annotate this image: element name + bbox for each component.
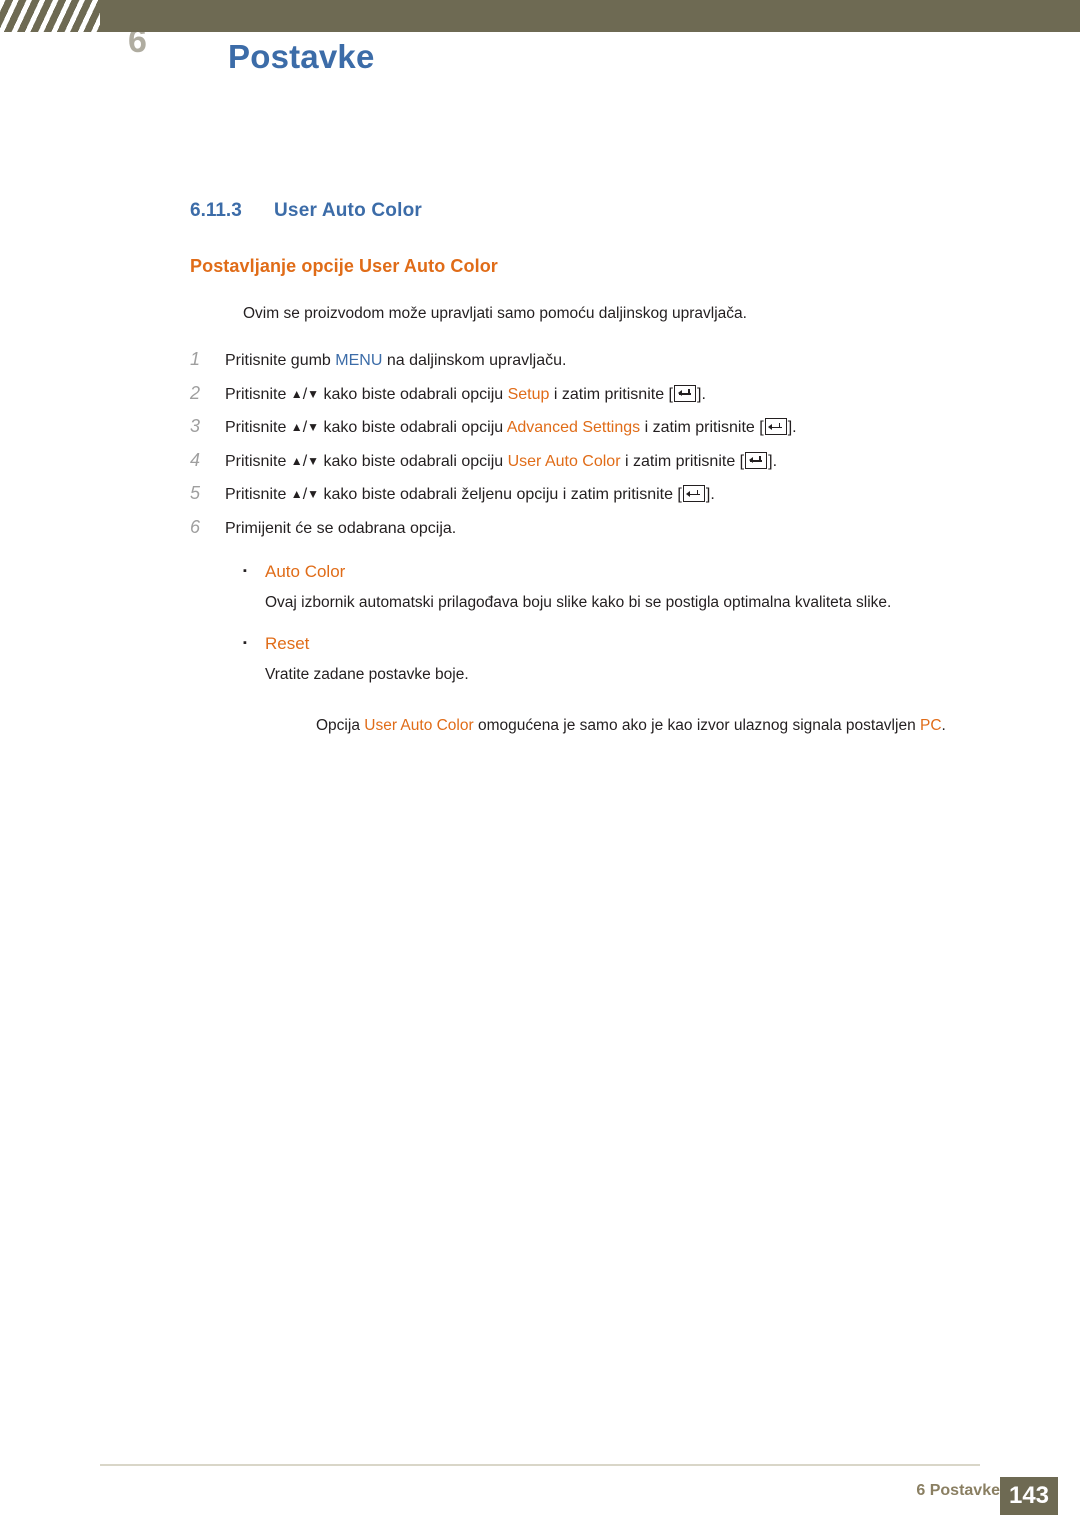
- text-run: kako biste odabrali željenu opciju i zat…: [319, 486, 682, 504]
- option-description: Ovaj izbornik automatski prilagođava boj…: [265, 593, 892, 611]
- enter-key-icon: [745, 451, 768, 469]
- step-text: Pritisnite ▲/▼ kako biste odabrali opcij…: [225, 417, 797, 439]
- step-text: Pritisnite ▲/▼ kako biste odabrali želje…: [225, 484, 715, 506]
- text-run: omogućena je samo ako je kao izvor ulazn…: [473, 716, 920, 734]
- arrow-up-icon: ▲: [290, 386, 303, 401]
- enter-key-icon: [682, 485, 705, 503]
- text-run: ].: [768, 452, 778, 470]
- menu-keyword: Advanced Settings: [506, 419, 641, 437]
- text-run: Opcija: [316, 716, 365, 734]
- text-run: kako biste odabrali opciju: [319, 419, 507, 437]
- text-run: Pritisnite: [225, 452, 291, 470]
- arrow-up-icon: ▲: [290, 453, 303, 468]
- text-run: Pritisnite: [225, 385, 291, 403]
- step-text: Primijenit će se odabrana opcija.: [225, 518, 456, 540]
- footer-divider: [100, 1464, 980, 1466]
- step-number: 5: [190, 483, 201, 504]
- option-bullet: ▪ Auto Color: [243, 562, 1080, 582]
- steps-list: 1 Pritisnite gumb MENU na daljinskom upra…: [0, 349, 1080, 540]
- header-hatch-decoration: [0, 0, 100, 32]
- step-number: 1: [190, 349, 201, 369]
- enter-key-icon: [674, 384, 696, 402]
- text-run: na daljinskom upravljaču.: [382, 352, 567, 369]
- step-item: 1 Pritisnite gumb MENU na daljinskom upra…: [190, 349, 1080, 372]
- arrow-down-icon: ▼: [307, 487, 320, 502]
- step-number: 2: [190, 382, 201, 403]
- section-heading: 6.11.3 User Auto Color: [190, 200, 1080, 222]
- arrow-up-icon: ▲: [290, 420, 303, 435]
- enter-key-icon: [764, 418, 787, 436]
- text-run: Pritisnite: [225, 486, 291, 504]
- option-label: Reset: [265, 633, 310, 653]
- header-chapter-number: 6: [128, 22, 147, 60]
- step-number: 3: [190, 416, 201, 437]
- option-bullet: ▪ Reset: [243, 634, 1080, 654]
- option-label: Auto Color: [265, 561, 346, 581]
- button-keyword: MENU: [335, 352, 383, 369]
- text-run: i zatim pritisnite [: [549, 385, 673, 403]
- step-number: 4: [190, 449, 201, 470]
- text-run: Pritisnite: [225, 419, 291, 437]
- bullet-icon: ▪: [243, 564, 247, 577]
- menu-keyword: PC: [920, 716, 942, 734]
- step-item: 2 Pritisnite ▲/▼ kako biste odabrali opci…: [190, 383, 1080, 406]
- step-item: 6 Primijenit će se odabrana opcija.: [190, 517, 1080, 540]
- text-run: ].: [705, 486, 715, 504]
- options-list: ▪ Auto Color Ovaj izbornik automatski pril…: [0, 562, 1080, 684]
- step-text: Pritisnite ▲/▼ kako biste odabrali opcij…: [225, 451, 777, 473]
- text-run: i zatim pritisnite [: [620, 452, 745, 470]
- menu-keyword: Setup: [507, 385, 550, 403]
- step-number: 6: [190, 516, 201, 537]
- step-item: 5 Pritisnite ▲/▼ kako biste odabrali želj…: [190, 483, 1080, 506]
- text-run: Primijenit će se odabrana opcija.: [225, 519, 457, 537]
- text-run: i zatim pritisnite [: [640, 419, 764, 437]
- header-bar: [0, 0, 1080, 32]
- section-title: User Auto Color: [274, 200, 422, 221]
- footnote: Opcija User Auto Color omogućena je samo…: [316, 717, 1080, 735]
- arrow-down-icon: ▼: [307, 420, 320, 435]
- arrow-down-icon: ▼: [307, 453, 320, 468]
- menu-keyword: User Auto Color: [507, 452, 621, 470]
- subsection-heading: Postavljanje opcije User Auto Color: [190, 256, 498, 276]
- intro-note: Ovim se proizvodom može upravljati samo …: [243, 305, 747, 322]
- section-number: 6.11.3: [190, 200, 242, 221]
- text-run: kako biste odabrali opciju: [319, 452, 508, 470]
- text-run: .: [941, 716, 946, 734]
- step-item: 4 Pritisnite ▲/▼ kako biste odabrali opci…: [190, 450, 1080, 473]
- option-description: Vratite zadane postavke boje.: [265, 665, 469, 683]
- step-item: 3 Pritisnite ▲/▼ kako biste odabrali opci…: [190, 416, 1080, 439]
- bullet-icon: ▪: [243, 636, 247, 649]
- arrow-down-icon: ▼: [307, 386, 320, 401]
- footer-page-number: 143: [1000, 1477, 1058, 1515]
- menu-keyword: User Auto Color: [364, 716, 474, 734]
- text-run: ].: [697, 385, 706, 403]
- page-title: Postavke: [228, 38, 375, 75]
- step-text: Pritisnite ▲/▼ kako biste odabrali opcij…: [225, 384, 706, 406]
- text-run: ].: [787, 419, 797, 437]
- footer-chapter-label: 6 Postavke: [916, 1482, 1000, 1499]
- document-content: 6.11.3 User Auto Color Postavljanje opci…: [0, 200, 1080, 735]
- step-text: Pritisnite gumb MENU na daljinskom uprav…: [225, 350, 566, 372]
- text-run: kako biste odabrali opciju: [319, 385, 508, 403]
- arrow-up-icon: ▲: [290, 487, 303, 502]
- text-run: Pritisnite gumb: [225, 352, 336, 369]
